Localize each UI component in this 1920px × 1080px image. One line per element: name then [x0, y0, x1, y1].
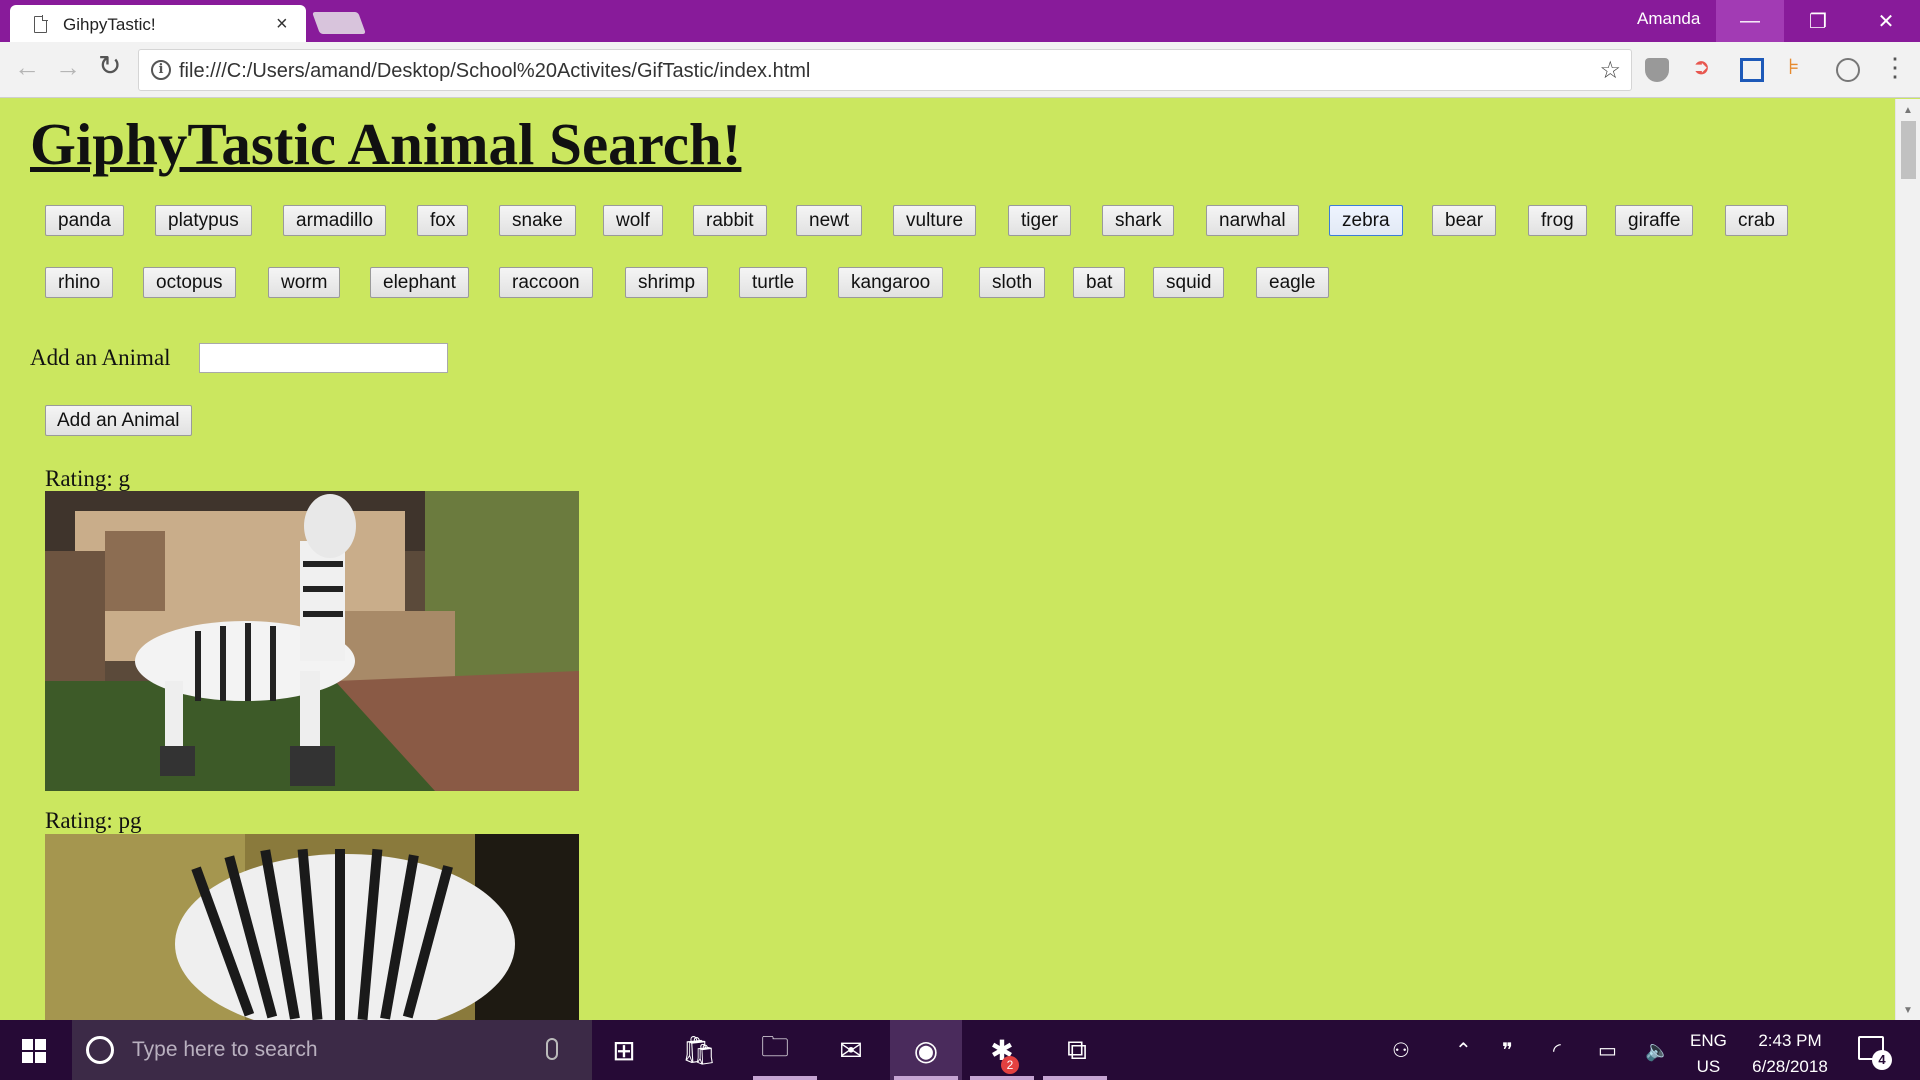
animal-button-worm[interactable]: worm	[268, 267, 341, 298]
running-indicator	[1043, 1076, 1107, 1080]
animal-button-elephant[interactable]: elephant	[370, 267, 469, 298]
animal-button-platypus[interactable]: platypus	[155, 205, 252, 236]
language-code: ENG	[1690, 1031, 1727, 1050]
back-arrow-icon[interactable]: ←	[14, 52, 40, 83]
zebra-gif-image[interactable]	[45, 491, 579, 791]
address-bar[interactable]: i file:///C:/Users/amand/Desktop/School%…	[138, 49, 1632, 91]
animal-button-wolf[interactable]: wolf	[603, 205, 663, 236]
file-explorer-icon[interactable]: 🗀	[757, 1031, 793, 1068]
document-icon	[34, 15, 48, 33]
scroll-down-icon[interactable]: ▼	[1903, 1005, 1913, 1016]
animal-button-armadillo[interactable]: armadillo	[283, 205, 387, 236]
gif-rating: Rating: g	[45, 466, 130, 491]
url-text[interactable]: file:///C:/Users/amand/Desktop/School%20…	[179, 60, 810, 83]
chrome-icon[interactable]: ◉	[908, 1032, 944, 1068]
people-icon[interactable]: ⚇	[1392, 1038, 1410, 1063]
animal-button-shark[interactable]: shark	[1102, 205, 1175, 236]
animal-button-fox[interactable]: fox	[417, 205, 469, 236]
store-icon[interactable]: 🛍	[681, 1032, 717, 1068]
animal-button-snake[interactable]: snake	[499, 205, 576, 236]
paint-roller-extension-icon[interactable]: ⊧	[1788, 54, 1812, 79]
vscode-icon[interactable]: ⧉	[1059, 1032, 1095, 1068]
animal-button-bat[interactable]: bat	[1073, 267, 1126, 298]
tab-close-icon[interactable]: ×	[276, 13, 288, 36]
circle-extension-icon[interactable]	[1836, 58, 1860, 82]
battery-icon[interactable]: ▭	[1598, 1038, 1617, 1063]
animal-button-squid[interactable]: squid	[1153, 267, 1225, 298]
taskbar-search-box[interactable]: Type here to search	[72, 1020, 592, 1080]
language-indicator[interactable]: ENG US	[1690, 1028, 1727, 1080]
animal-button-panda[interactable]: panda	[45, 205, 124, 236]
running-indicator	[970, 1076, 1034, 1080]
volume-icon[interactable]: 🔈	[1645, 1038, 1670, 1063]
running-indicator	[894, 1076, 958, 1080]
menu-dots-icon[interactable]: ⋮	[1882, 54, 1908, 80]
bookmark-star-icon[interactable]: ☆	[1599, 56, 1621, 85]
add-animal-input[interactable]	[199, 343, 448, 373]
animal-button-sloth[interactable]: sloth	[979, 267, 1046, 298]
quote-app-icon[interactable]: ❞	[1502, 1038, 1513, 1063]
scroll-thumb[interactable]	[1901, 121, 1916, 179]
wifi-icon[interactable]: ◜	[1553, 1038, 1561, 1063]
windows-start-icon[interactable]	[22, 1039, 46, 1063]
vertical-scrollbar[interactable]: ▲ ▼	[1895, 99, 1920, 1020]
animal-button-giraffe[interactable]: giraffe	[1615, 205, 1694, 236]
animal-button-rabbit[interactable]: rabbit	[693, 205, 767, 236]
tab-title: GihpyTastic!	[63, 15, 156, 34]
notification-count: 4	[1872, 1050, 1892, 1070]
animal-button-shrimp[interactable]: shrimp	[625, 267, 709, 298]
animal-button-eagle[interactable]: eagle	[1256, 267, 1329, 298]
system-clock[interactable]: 2:43 PM 6/28/2018	[1740, 1028, 1840, 1080]
animal-button-turtle[interactable]: turtle	[739, 267, 808, 298]
animal-button-frog[interactable]: frog	[1528, 205, 1587, 236]
browser-tab[interactable]: GihpyTastic! ×	[10, 5, 306, 42]
maximize-button[interactable]: ❐	[1784, 0, 1852, 42]
animal-button-octopus[interactable]: octopus	[143, 267, 236, 298]
clock-date: 6/28/2018	[1752, 1057, 1828, 1076]
animal-button-crab[interactable]: crab	[1725, 205, 1788, 236]
cortana-icon[interactable]	[86, 1036, 114, 1064]
mail-icon[interactable]: ✉	[833, 1032, 869, 1068]
info-icon[interactable]: i	[151, 60, 171, 80]
arrow-extension-icon[interactable]: ➲	[1692, 54, 1716, 79]
browser-toolbar: ← → ↻ i file:///C:/Users/amand/Desktop/S…	[0, 42, 1920, 98]
slack-badge: 2	[1001, 1056, 1019, 1074]
taskbar-search-placeholder[interactable]: Type here to search	[132, 1038, 318, 1062]
close-window-button[interactable]: ✕	[1852, 0, 1920, 42]
clock-time: 2:43 PM	[1758, 1031, 1822, 1050]
animal-button-narwhal[interactable]: narwhal	[1206, 205, 1299, 236]
animal-button-newt[interactable]: newt	[796, 205, 863, 236]
running-indicator	[753, 1076, 817, 1080]
animal-button-vulture[interactable]: vulture	[893, 205, 977, 236]
forward-arrow-icon[interactable]: →	[55, 52, 81, 83]
page-title: GiphyTastic Animal Search!	[30, 111, 742, 177]
browser-titlebar: GihpyTastic! × Amanda — ❐ ✕	[0, 0, 1920, 42]
windows-taskbar: Type here to search ⊞ 🛍 🗀 ✉ ◉ ✱ 2 ⧉ ⚇ ⌃ …	[0, 1020, 1920, 1080]
minimize-button[interactable]: —	[1716, 0, 1784, 42]
gif-rating: Rating: pg	[45, 808, 142, 833]
zebra-gif-image[interactable]	[45, 834, 579, 1020]
chevron-up-icon[interactable]: ⌃	[1455, 1038, 1472, 1063]
animal-button-rhino[interactable]: rhino	[45, 267, 114, 298]
grid-extension-icon[interactable]	[1740, 58, 1764, 82]
animal-button-bear[interactable]: bear	[1432, 205, 1497, 236]
add-animal-button[interactable]: Add an Animal	[45, 405, 192, 436]
animal-button-kangaroo[interactable]: kangaroo	[838, 267, 944, 298]
animal-button-tiger[interactable]: tiger	[1008, 205, 1071, 236]
animal-button-zebra[interactable]: zebra	[1329, 205, 1403, 236]
new-tab-button[interactable]	[311, 12, 367, 34]
profile-name[interactable]: Amanda	[1637, 9, 1700, 29]
task-view-icon[interactable]: ⊞	[606, 1032, 642, 1068]
add-animal-label: Add an Animal	[30, 345, 171, 370]
microphone-icon[interactable]	[546, 1038, 558, 1060]
region-code: US	[1696, 1057, 1721, 1076]
scroll-up-icon[interactable]: ▲	[1903, 105, 1913, 116]
shield-extension-icon[interactable]	[1645, 58, 1669, 82]
animal-button-raccoon[interactable]: raccoon	[499, 267, 593, 298]
reload-icon[interactable]: ↻	[98, 49, 121, 82]
